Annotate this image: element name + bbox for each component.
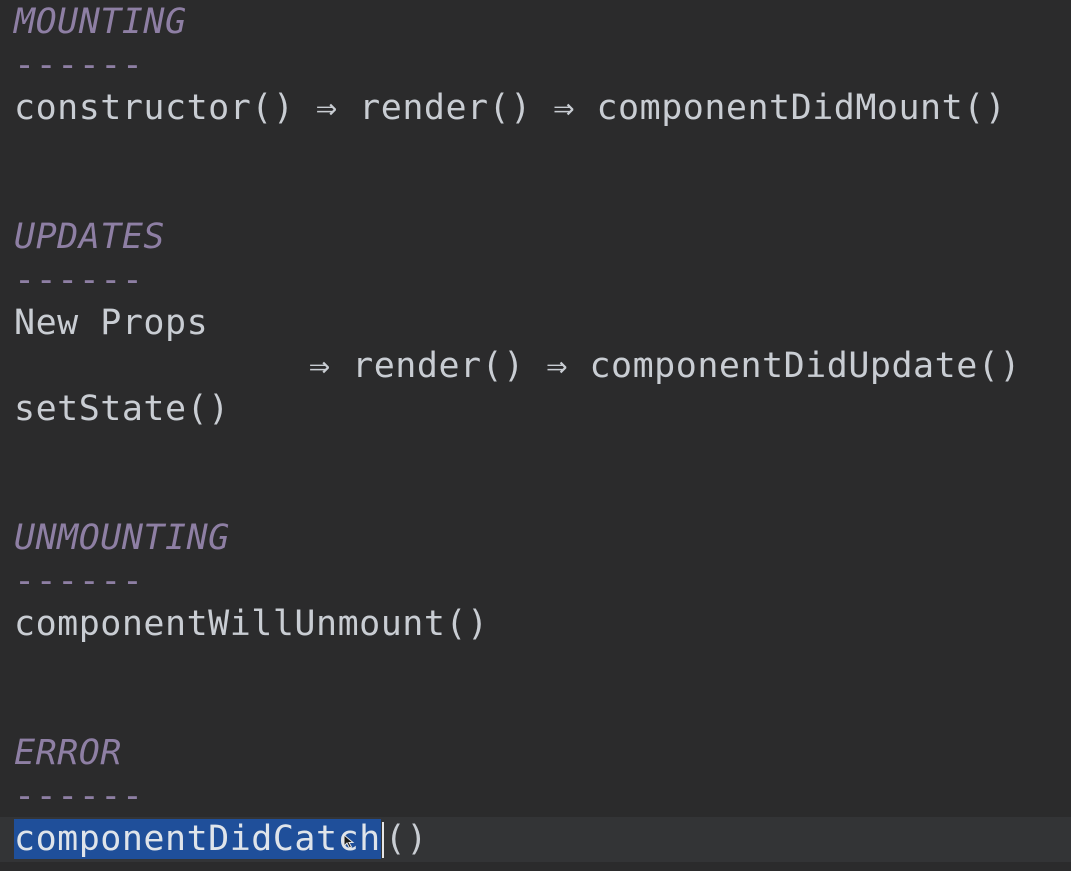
component-will-unmount-method: componentWillUnmount() (14, 604, 489, 644)
component-did-mount-method: componentDidMount() (596, 88, 1007, 128)
mouse-pointer-icon (343, 834, 355, 849)
error-rule: ------ (14, 776, 144, 816)
arrow-icon: ⇒ (546, 346, 568, 386)
mounting-flow-line: constructor() ⇒ render() ⇒ componentDidM… (14, 87, 1006, 130)
mounting-heading: MOUNTING (14, 2, 187, 42)
code-editor[interactable]: MOUNTING ------ constructor() ⇒ render()… (0, 0, 1071, 871)
text-caret (381, 822, 384, 858)
parentheses: () (384, 819, 428, 859)
render-method: render() (359, 88, 532, 128)
updates-rule: ------ (14, 260, 144, 300)
arrow-icon: ⇒ (553, 88, 575, 128)
component-did-update-method: componentDidUpdate() (589, 346, 1021, 386)
error-heading: ERROR (14, 733, 122, 773)
set-state-trigger: setState() (14, 389, 230, 429)
arrow-icon: ⇒ (309, 346, 331, 386)
unmounting-rule: ------ (14, 561, 144, 601)
unmounting-heading: UNMOUNTING (14, 518, 230, 558)
constructor-method: constructor() (14, 88, 295, 128)
text-selection[interactable]: componentDidCatch (14, 819, 381, 859)
component-did-catch-line[interactable]: componentDidCatch() (14, 818, 428, 861)
render-method: render() (352, 346, 525, 386)
new-props-trigger: New Props (14, 303, 209, 343)
updates-flow-line: ⇒ render() ⇒ componentDidUpdate() (309, 345, 1021, 388)
updates-heading: UPDATES (14, 217, 166, 257)
arrow-icon: ⇒ (316, 88, 338, 128)
mounting-rule: ------ (14, 45, 144, 85)
